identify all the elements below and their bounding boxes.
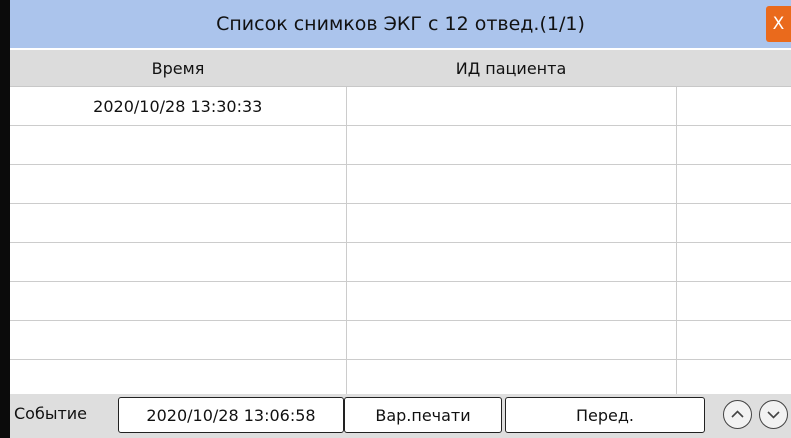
table-cell-extra	[675, 242, 791, 282]
table-cell-patient-id	[345, 242, 677, 282]
table-row[interactable]	[10, 281, 791, 321]
column-header-time: Время	[10, 50, 346, 87]
table-row[interactable]	[10, 359, 791, 399]
table-cell-time	[10, 359, 347, 399]
table-cell-extra	[675, 164, 791, 204]
table-cell-patient-id	[345, 359, 677, 399]
dialog-title: Список снимков ЭКГ с 12 отвед.(1/1)	[216, 13, 585, 35]
table-cell-time	[10, 203, 347, 243]
table-header-row: Время ИД пациента	[10, 50, 791, 87]
table-cell-time: 2020/10/28 13:30:33	[10, 86, 347, 126]
table-cell-extra	[675, 203, 791, 243]
table-cell-time	[10, 281, 347, 321]
table-cell-extra	[675, 320, 791, 360]
event-time-selector[interactable]: 2020/10/28 13:06:58	[118, 397, 344, 433]
table-cell-time	[10, 125, 347, 165]
chevron-down-circle-icon[interactable]	[759, 400, 788, 429]
event-label: Событие	[14, 404, 88, 423]
ecg-snapshot-list-dialog: Список снимков ЭКГ с 12 отвед.(1/1) X Вр…	[10, 0, 791, 438]
print-options-button[interactable]: Вар.печати	[344, 397, 502, 433]
table-cell-extra	[675, 125, 791, 165]
table-cell-time	[10, 242, 347, 282]
table-cell-patient-id	[345, 164, 677, 204]
table-cell-patient-id	[345, 281, 677, 321]
table-cell-extra	[675, 86, 791, 126]
snapshot-table: Время ИД пациента 2020/10/28 13:30:33	[10, 50, 791, 399]
column-header-extra	[676, 50, 791, 87]
table-cell-time	[10, 320, 347, 360]
transfer-button[interactable]: Перед.	[505, 397, 705, 433]
table-row[interactable]	[10, 320, 791, 360]
footer-bar: Событие 2020/10/28 13:06:58 Вар.печати П…	[10, 394, 791, 438]
table-cell-extra	[675, 281, 791, 321]
chevron-up-circle-icon[interactable]	[723, 400, 752, 429]
table-row[interactable]	[10, 164, 791, 204]
title-bar: Список снимков ЭКГ с 12 отвед.(1/1) X	[10, 0, 791, 48]
table-cell-patient-id	[345, 86, 677, 126]
table-row[interactable]	[10, 203, 791, 243]
table-cell-time	[10, 164, 347, 204]
close-button[interactable]: X	[766, 6, 791, 42]
table-row[interactable]: 2020/10/28 13:30:33	[10, 86, 791, 126]
table-row[interactable]	[10, 125, 791, 165]
column-header-patient-id: ИД пациента	[346, 50, 676, 87]
table-cell-patient-id	[345, 125, 677, 165]
table-cell-patient-id	[345, 203, 677, 243]
table-cell-extra	[675, 359, 791, 399]
table-row[interactable]	[10, 242, 791, 282]
table-cell-patient-id	[345, 320, 677, 360]
